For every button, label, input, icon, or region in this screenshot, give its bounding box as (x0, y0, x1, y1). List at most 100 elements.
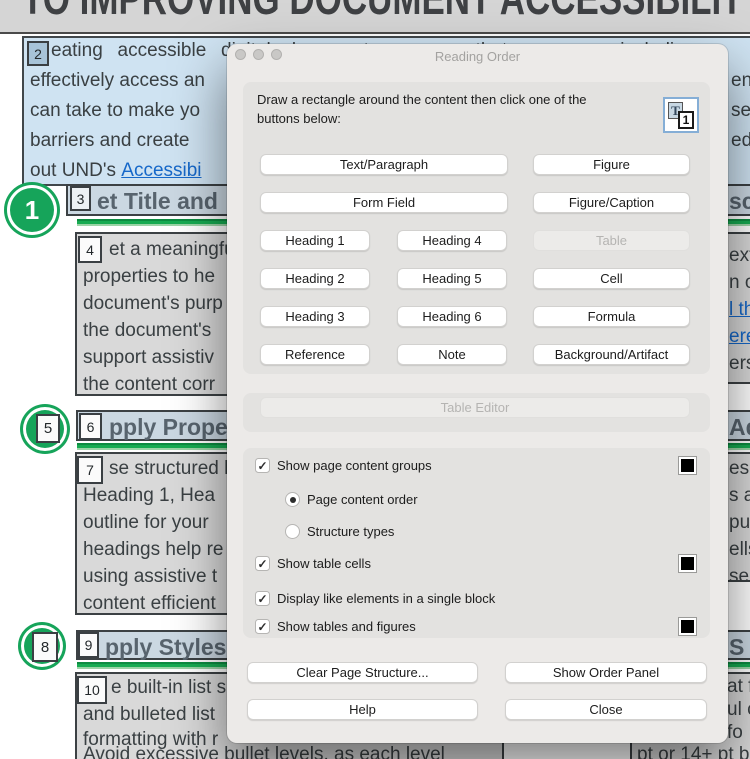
intro-line-2-right: en (731, 70, 750, 91)
body1-right5: ers (729, 353, 750, 374)
body1-line2: properties to he (83, 266, 216, 287)
show-page-content-groups-label: Show page content groups (277, 458, 432, 473)
cell-button[interactable]: Cell (533, 268, 690, 289)
accessibility-link[interactable]: Accessibi (121, 160, 201, 181)
figure-caption-button[interactable]: Figure/Caption (533, 192, 690, 213)
close-button[interactable]: Close (505, 699, 707, 720)
body3-right1: at f (727, 676, 750, 697)
heading-3-right-fragment: S (729, 634, 745, 660)
body3-line1: e built-in list s (111, 677, 227, 698)
order-number-icon: 1 (678, 111, 694, 129)
heading-2-text: pply Proper (109, 414, 237, 440)
intro-line-3-left: can take to make yo (30, 100, 201, 121)
show-tables-figures-checkbox[interactable]: ✓ (255, 619, 270, 634)
body1-line4: the document's (83, 320, 212, 341)
body3-right4: pt or 14+ pt b (637, 744, 750, 759)
options-panel (243, 448, 710, 638)
form-field-button[interactable]: Form Field (260, 192, 508, 213)
heading-3-button[interactable]: Heading 3 (260, 306, 370, 327)
help-button[interactable]: Help (247, 699, 478, 720)
body1-right4-link[interactable]: ere (729, 326, 750, 347)
body3-line4: Avoid excessive bullet levels, as each l… (83, 744, 445, 759)
background-artifact-button[interactable]: Background/Artifact (533, 344, 690, 365)
region-number-10[interactable]: 10 (77, 676, 107, 704)
dialog-title: Reading Order (434, 49, 521, 64)
tables-figures-color-swatch[interactable] (678, 617, 697, 636)
body2-right5: se (729, 566, 750, 587)
formula-button[interactable]: Formula (533, 306, 690, 327)
figure-button[interactable]: Figure (533, 154, 690, 175)
region-number-5[interactable]: 5 (36, 414, 60, 443)
heading-1-text: et Title and (97, 188, 218, 214)
table-button: Table (533, 230, 690, 251)
body2-right4: ells (729, 539, 750, 560)
structure-types-radio[interactable] (285, 524, 300, 539)
structure-type-icon: T 1 (663, 97, 699, 133)
instruction-line-2: buttons below: (257, 111, 341, 126)
instruction-line-1: Draw a rectangle around the content then… (257, 92, 587, 107)
region-number-6[interactable]: 6 (79, 413, 102, 440)
show-order-panel-button[interactable]: Show Order Panel (505, 662, 707, 683)
table-editor-button: Table Editor (260, 397, 690, 418)
document-title: TO IMPROVING DOCUMENT ACCESSIBILITY (22, 0, 750, 25)
check-icon: ✓ (257, 591, 268, 606)
reading-order-dialog: Reading Order Draw a rectangle around th… (227, 44, 728, 743)
note-button[interactable]: Note (397, 344, 507, 365)
document-title-band: TO IMPROVING DOCUMENT ACCESSIBILITY (0, 0, 750, 34)
show-tables-figures-label: Show tables and figures (277, 619, 416, 634)
page-content-groups-color-swatch[interactable] (678, 456, 697, 475)
body2-right2: s a (729, 485, 750, 506)
heading-2-right-fragment: Ad (729, 414, 750, 440)
heading-3-text: pply Styles (105, 634, 227, 660)
body1-line1: et a meaningfu (109, 239, 235, 260)
body2-line2: Heading 1, Hea (83, 485, 216, 506)
heading-6-button[interactable]: Heading 6 (397, 306, 507, 327)
region-number-2[interactable]: 2 (27, 41, 49, 66)
intro-line-4-left: barriers and create (30, 130, 190, 151)
region-number-7[interactable]: 7 (77, 456, 103, 484)
heading-1-right-fragment: sc (729, 188, 750, 214)
region-number-9[interactable]: 9 (78, 632, 99, 658)
table-cells-color-swatch[interactable] (678, 554, 697, 573)
display-like-elements-checkbox[interactable]: ✓ (255, 591, 270, 606)
heading-1-button[interactable]: Heading 1 (260, 230, 370, 251)
heading-5-button[interactable]: Heading 5 (397, 268, 507, 289)
body2-right1: es (729, 458, 750, 479)
acrobat-page: TO IMPROVING DOCUMENT ACCESSIBILITY 2 ea… (0, 0, 750, 759)
body1-line5: support assistiv (83, 347, 214, 368)
radio-dot (289, 496, 296, 503)
body2-line4: headings help re (83, 539, 224, 560)
check-icon: ✓ (257, 619, 268, 634)
show-table-cells-checkbox[interactable]: ✓ (255, 556, 270, 571)
body1-right2: n o (729, 272, 750, 293)
intro-line-4-right: ed (731, 130, 750, 151)
body2-line6: content efficient (83, 593, 216, 614)
body2-line1: se structured h (109, 458, 235, 479)
clear-page-structure-button[interactable]: Clear Page Structure... (247, 662, 478, 683)
heading-4-button[interactable]: Heading 4 (397, 230, 507, 251)
display-like-elements-label: Display like elements in a single block (277, 591, 496, 606)
heading-2-button[interactable]: Heading 2 (260, 268, 370, 289)
step-circle-1: 1 (10, 188, 54, 232)
show-page-content-groups-checkbox[interactable]: ✓ (255, 458, 270, 473)
region-number-3[interactable]: 3 (70, 186, 91, 211)
body2-line5: using assistive t (83, 566, 218, 587)
intro-line-3-right: se (731, 100, 750, 121)
body1-line3: document's purp (83, 293, 223, 314)
text-paragraph-button[interactable]: Text/Paragraph (260, 154, 508, 175)
intro-line-2-left: effectively access an (30, 70, 205, 91)
check-icon: ✓ (257, 556, 268, 571)
reference-button[interactable]: Reference (260, 344, 370, 365)
intro-line-5: out UND's Accessibi (30, 160, 202, 181)
region-number-4[interactable]: 4 (78, 236, 102, 263)
body1-line6: the content corr (83, 374, 216, 395)
body3-right2: ul c (727, 699, 750, 720)
region-number-8[interactable]: 8 (32, 632, 58, 662)
show-table-cells-label: Show table cells (277, 556, 371, 571)
body3-right3: fo (727, 722, 743, 743)
body2-line3: outline for your (83, 512, 209, 533)
structure-types-label: Structure types (307, 524, 395, 539)
page-content-order-radio[interactable] (285, 492, 300, 507)
body1-right1: ext (729, 245, 750, 266)
body1-right3-link[interactable]: l th (729, 299, 750, 320)
